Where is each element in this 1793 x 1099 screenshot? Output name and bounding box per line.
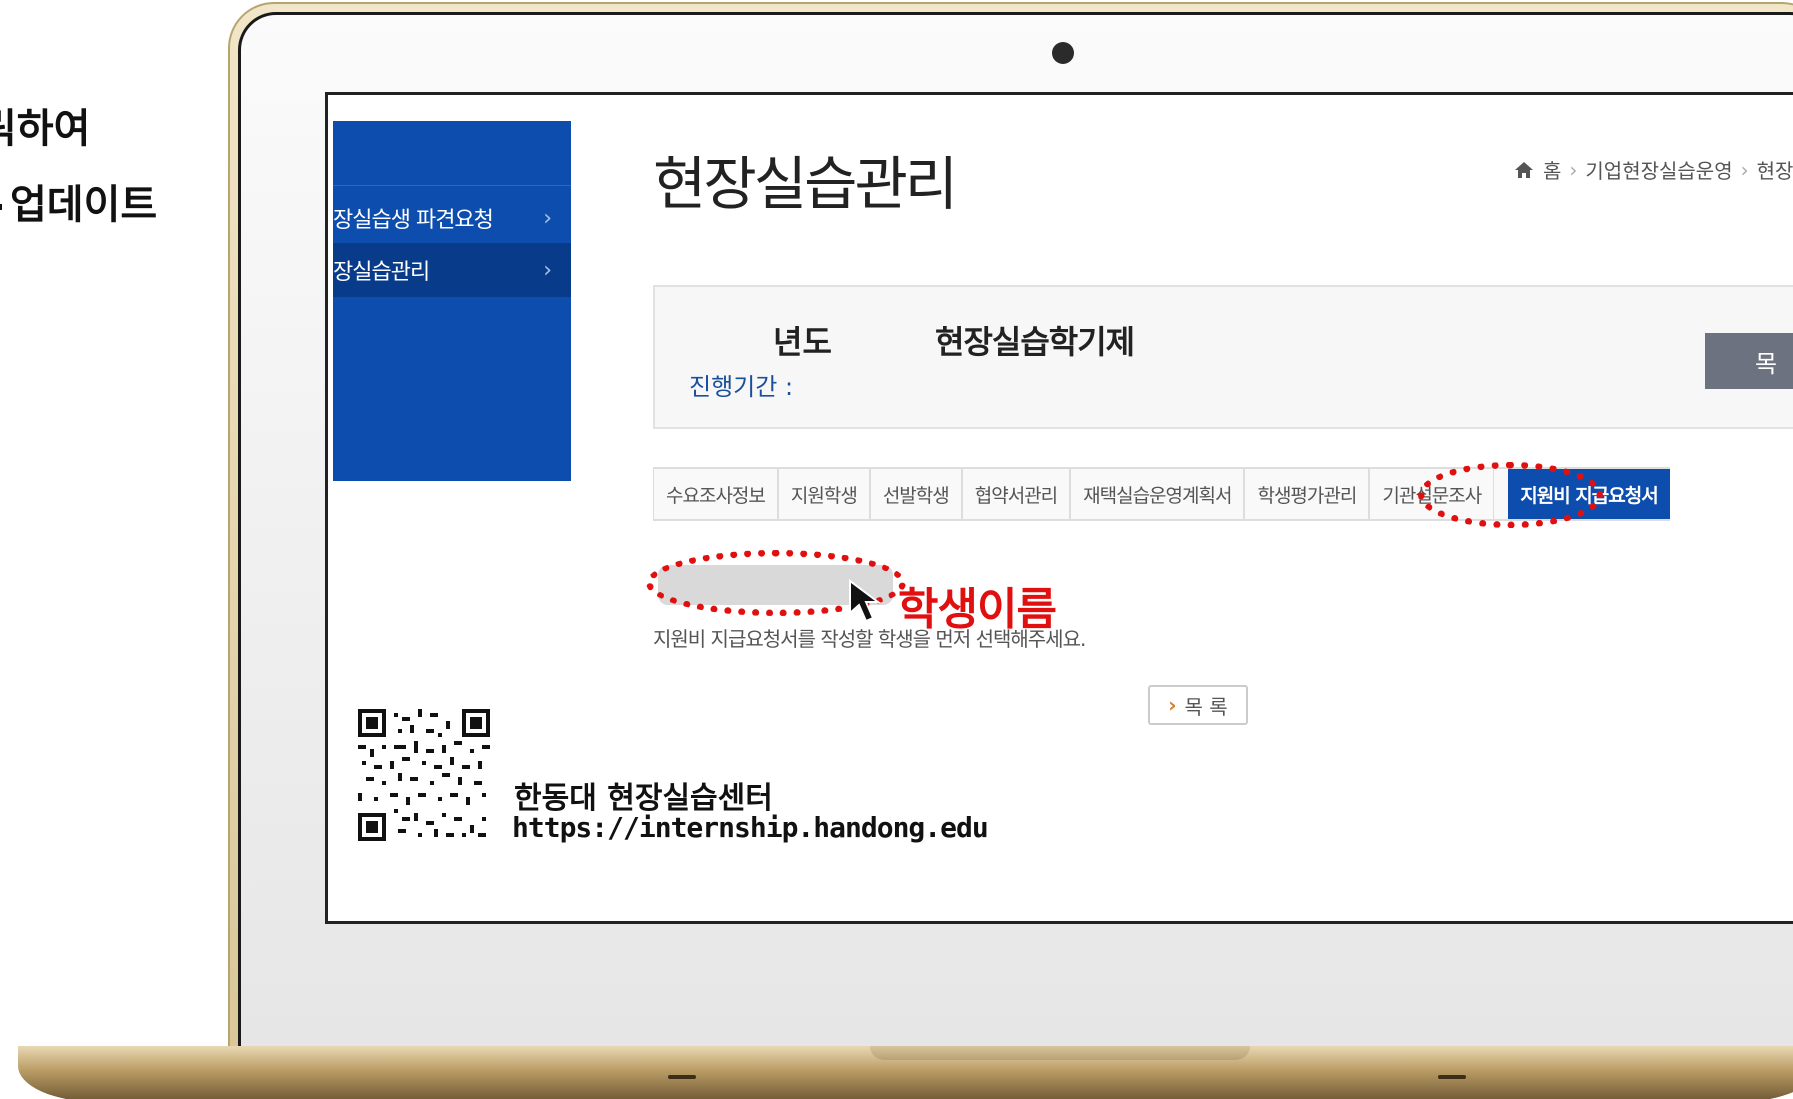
tab-demand-survey[interactable]: 수요조사정보 — [653, 469, 778, 519]
chevron-right-icon: › — [543, 257, 552, 283]
slide-text-line2: 업데이트 — [0, 172, 157, 230]
slide: 릭하여 업데이트 장실습생 파견요청 › 장실습관리 › 현장실습관리 홈 › — [0, 0, 1793, 1099]
tab-selected-students[interactable]: 선발학생 — [869, 469, 962, 519]
semester-label: 현장실습학기제 — [935, 323, 1135, 361]
list-button-top[interactable]: 목 — [1705, 333, 1793, 389]
laptop-screen: 장실습생 파견요청 › 장실습관리 › 현장실습관리 홈 › 기업현장실습운영 … — [325, 92, 1793, 924]
tab-student-evaluation[interactable]: 학생평가관리 — [1244, 469, 1370, 519]
laptop-notch — [870, 1046, 1250, 1060]
breadcrumb-separator: › — [1569, 157, 1578, 182]
sidebar: 장실습생 파견요청 › 장실습관리 › — [333, 121, 571, 481]
breadcrumb-operations[interactable]: 기업현장실습운영 — [1585, 155, 1732, 184]
breadcrumb: 홈 › 기업현장실습운영 › 현장 — [1513, 155, 1793, 184]
highlight-oval-tab — [1418, 462, 1603, 528]
breadcrumb-current[interactable]: 현장 — [1757, 155, 1793, 184]
program-info-box: 년도 현장실습학기제 진행기간 : 목 — [653, 285, 1793, 429]
laptop-foot — [1438, 1075, 1466, 1079]
center-url[interactable]: https://internship.handong.edu — [512, 811, 989, 844]
camera-icon — [1052, 42, 1074, 64]
mouse-cursor-icon — [849, 579, 881, 623]
breadcrumb-separator: › — [1740, 157, 1749, 182]
sidebar-item-label: 장실습관리 — [333, 260, 430, 285]
tab-applicants[interactable]: 지원학생 — [777, 469, 870, 519]
chevron-right-icon: › — [543, 205, 552, 231]
qr-code-icon — [358, 709, 490, 841]
sidebar-divider — [333, 185, 571, 186]
home-icon — [1515, 161, 1533, 178]
page-title: 현장실습관리 — [653, 150, 958, 218]
list-button[interactable]: › 목 록 — [1148, 685, 1248, 725]
period-label: 진행기간 : — [689, 373, 794, 401]
chevron-right-icon: › — [1168, 693, 1177, 717]
laptop-foot — [668, 1075, 696, 1079]
sidebar-item-internship-management[interactable]: 장실습관리 › — [333, 243, 571, 297]
tab-agreement-management[interactable]: 협약서관리 — [961, 469, 1071, 519]
tab-remote-plan[interactable]: 재택실습운영계획서 — [1070, 469, 1245, 519]
sidebar-item-label: 장실습생 파견요청 — [333, 208, 494, 233]
select-student-notice: 지원비 지급요청서를 작성할 학생을 먼저 선택해주세요. — [653, 627, 1086, 651]
sidebar-item-dispatch-request[interactable]: 장실습생 파견요청 › — [333, 191, 571, 245]
year-label: 년도 — [773, 323, 832, 361]
breadcrumb-home[interactable]: 홈 — [1543, 155, 1561, 184]
slide-text-line1: 릭하여 — [0, 106, 91, 152]
list-button-label: 목 록 — [1184, 694, 1228, 719]
